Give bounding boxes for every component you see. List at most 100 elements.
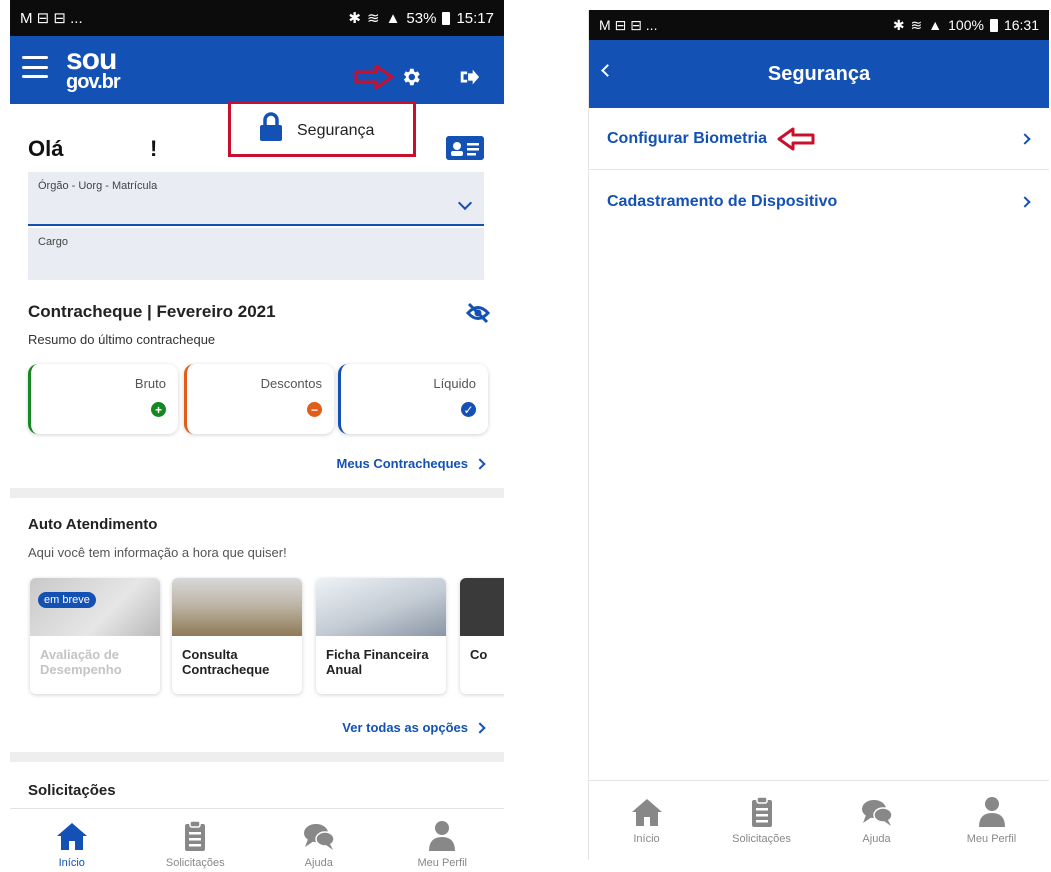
service-image bbox=[460, 578, 504, 636]
configurar-biometria-item[interactable]: Configurar Biometria bbox=[589, 108, 1049, 170]
bottom-navigation: Início Solicitações Ajuda Meu Perfil bbox=[589, 780, 1049, 860]
nav-inicio[interactable]: Início bbox=[589, 795, 704, 860]
nav-label: Ajuda bbox=[862, 833, 891, 845]
meus-contracheques-link[interactable]: Meus Contracheques bbox=[336, 456, 486, 471]
section-divider bbox=[10, 488, 504, 498]
plus-circle-icon: + bbox=[151, 402, 166, 417]
signal-icon: ▲ bbox=[928, 17, 943, 33]
coming-soon-badge: em breve bbox=[38, 592, 96, 608]
id-card-icon[interactable] bbox=[446, 136, 484, 160]
nav-ajuda[interactable]: Ajuda bbox=[257, 819, 381, 872]
ver-todas-opcoes-link[interactable]: Ver todas as opções bbox=[342, 720, 486, 735]
status-bar: M ⊟ ⊟ ... ✱ ≋ ▲ 100% 16:31 bbox=[589, 10, 1049, 40]
wifi-icon: ≋ bbox=[366, 10, 380, 27]
minus-circle-icon: − bbox=[307, 402, 322, 417]
solicitacoes-title: Solicitações bbox=[28, 782, 116, 799]
nav-ajuda[interactable]: Ajuda bbox=[819, 795, 934, 860]
chat-bubbles-icon bbox=[861, 800, 893, 826]
service-card-ficha-financeira[interactable]: Ficha Financeira Anual bbox=[316, 578, 446, 694]
nav-meu-perfil[interactable]: Meu Perfil bbox=[934, 795, 1049, 860]
check-circle-icon: ✓ bbox=[461, 402, 476, 417]
cargo-field[interactable]: Cargo bbox=[28, 228, 484, 280]
configurar-biometria-label: Configurar Biometria bbox=[607, 129, 768, 147]
ver-todas-opcoes-label: Ver todas as opções bbox=[342, 720, 468, 735]
battery-icon bbox=[442, 11, 451, 25]
nav-solicitacoes[interactable]: Solicitações bbox=[134, 819, 258, 872]
section-divider bbox=[10, 752, 504, 762]
auto-atendimento-subtitle: Aqui você tem informação a hora que quis… bbox=[28, 545, 287, 560]
chevron-down-icon bbox=[457, 195, 473, 211]
nav-label: Meu Perfil bbox=[966, 833, 1017, 845]
status-notifications: M ⊟ ⊟ ... bbox=[599, 17, 657, 34]
battery-percent: 53% bbox=[406, 9, 437, 27]
app-header: sou gov.br bbox=[10, 36, 504, 104]
descontos-label: Descontos bbox=[260, 376, 322, 391]
service-name: Avaliação de Desempenho bbox=[40, 647, 122, 678]
logout-icon[interactable] bbox=[458, 66, 480, 88]
service-card-avaliacao[interactable]: em breve Avaliação de Desempenho bbox=[30, 578, 160, 694]
lock-icon bbox=[260, 112, 282, 141]
service-image bbox=[316, 578, 446, 636]
nav-label: Solicitações bbox=[165, 857, 225, 869]
service-name-line-2: Desempenho bbox=[40, 661, 122, 677]
nav-label: Ajuda bbox=[304, 857, 333, 869]
red-arrow-left-icon bbox=[777, 127, 815, 150]
battery-percent: 100% bbox=[948, 17, 984, 33]
menu-icon[interactable] bbox=[22, 56, 48, 78]
service-name: Co bbox=[470, 647, 488, 663]
cadastramento-dispositivo-label: Cadastramento de Dispositivo bbox=[607, 193, 838, 210]
user-icon bbox=[978, 797, 1005, 827]
meus-contracheques-label: Meus Contracheques bbox=[336, 456, 468, 471]
chat-bubbles-icon bbox=[303, 824, 335, 850]
clock: 15:17 bbox=[456, 9, 494, 27]
contracheque-title: Contracheque | Fevereiro 2021 bbox=[28, 302, 276, 321]
nav-label: Meu Perfil bbox=[417, 857, 468, 869]
service-name-line-1: Ficha Financeira bbox=[326, 647, 429, 662]
bluetooth-icon: ✱ bbox=[892, 16, 905, 33]
wifi-icon: ≋ bbox=[910, 16, 923, 33]
service-card-consulta[interactable]: Consulta Contracheque bbox=[172, 578, 302, 694]
user-icon bbox=[429, 821, 456, 851]
nav-inicio[interactable]: Início bbox=[10, 819, 134, 872]
service-name-line-2: Anual bbox=[326, 661, 363, 677]
service-name-line-1: Consulta bbox=[182, 647, 238, 662]
page-title: Segurança bbox=[767, 62, 871, 85]
gear-icon[interactable] bbox=[400, 66, 422, 88]
service-card-partial[interactable]: Co bbox=[460, 578, 504, 694]
nav-meu-perfil[interactable]: Meu Perfil bbox=[381, 819, 505, 872]
bottom-navigation: Início Solicitações Ajuda Meu Perfil bbox=[10, 808, 504, 872]
status-indicators: ✱ ≋ ▲ 100% 16:31 bbox=[893, 17, 1039, 34]
bluetooth-icon: ✱ bbox=[348, 10, 361, 27]
left-phone-screen: M ⊟ ⊟ ... ✱ ≋ ▲ 53% 15:17 sou gov.br Seg… bbox=[10, 0, 504, 872]
app-header: Segurança bbox=[589, 40, 1049, 108]
cargo-field-label: Cargo bbox=[38, 236, 68, 248]
bruto-label: Bruto bbox=[134, 376, 166, 391]
status-left-text: M ⊟ ⊟ ... bbox=[599, 16, 658, 33]
security-menu-popup[interactable]: Segurança bbox=[228, 101, 416, 157]
greeting: Olá bbox=[28, 136, 64, 161]
nav-solicitacoes[interactable]: Solicitações bbox=[704, 795, 819, 860]
status-indicators: ✱ ≋ ▲ 53% 15:17 bbox=[348, 9, 494, 28]
eye-slash-icon[interactable] bbox=[466, 302, 490, 324]
descontos-card[interactable]: Descontos − bbox=[184, 364, 334, 434]
orgao-select-label: Órgão - Uorg - Matrícula bbox=[38, 180, 158, 192]
service-name-line-1: Co bbox=[470, 647, 488, 662]
sou-govbr-logo: sou gov.br bbox=[66, 45, 121, 93]
chevron-right-icon bbox=[474, 721, 486, 734]
service-image bbox=[172, 578, 302, 636]
chevron-right-icon bbox=[1019, 196, 1031, 208]
home-icon bbox=[631, 799, 662, 826]
configurar-biometria-row: Configurar Biometria bbox=[607, 127, 815, 151]
cadastramento-dispositivo-item[interactable]: Cadastramento de Dispositivo bbox=[589, 171, 1049, 233]
clipboard-icon bbox=[751, 796, 772, 827]
orgao-select[interactable]: Órgão - Uorg - Matrícula bbox=[28, 172, 484, 226]
back-arrow-icon[interactable] bbox=[601, 64, 614, 77]
nav-label: Solicitações bbox=[732, 833, 791, 845]
contracheque-subtitle: Resumo do último contracheque bbox=[28, 332, 216, 347]
clock: 16:31 bbox=[1003, 17, 1039, 33]
bruto-card[interactable]: Bruto + bbox=[28, 364, 178, 434]
battery-icon bbox=[989, 18, 998, 32]
status-notifications: M ⊟ ⊟ ... bbox=[20, 9, 83, 27]
liquido-card[interactable]: Líquido ✓ bbox=[338, 364, 488, 434]
service-name: Ficha Financeira Anual bbox=[326, 647, 429, 678]
